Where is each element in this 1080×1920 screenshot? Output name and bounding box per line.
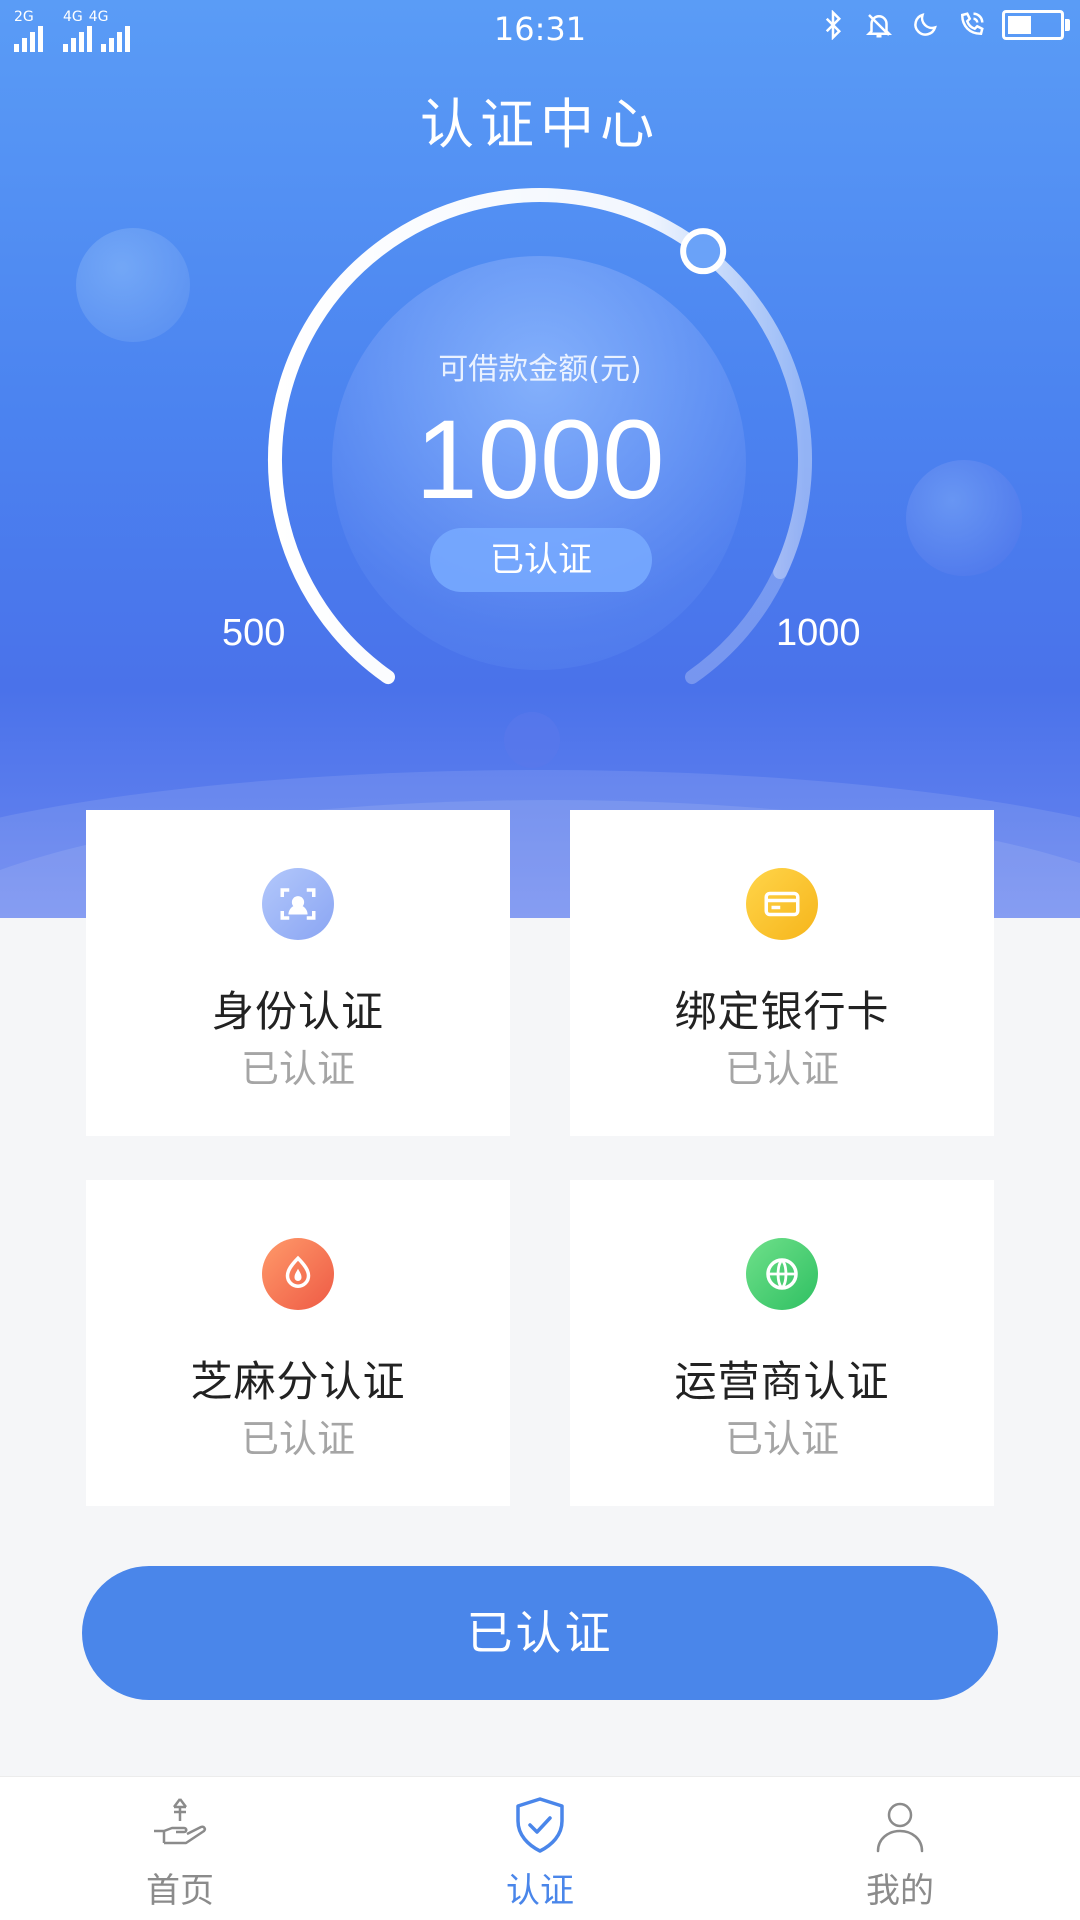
card-carrier-verification[interactable]: 运营商认证 已认证 [570,1180,994,1506]
verified-button[interactable]: 已认证 [82,1566,998,1700]
amount-value: 1000 [415,397,665,522]
card-sesame-verification[interactable]: 芝麻分认证 已认证 [86,1180,510,1506]
card-status: 已认证 [240,1417,355,1461]
card-bind-bank-card[interactable]: 绑定银行卡 已认证 [570,810,994,1136]
nav-label: 首页 [146,1871,214,1911]
gauge-max-label: 1000 [776,612,861,654]
screen: 2G 4G 4G 16:31 认证中心 可借款金额(元) 1000 已认证 50… [0,0,1080,1920]
amount-label: 可借款金额(元) [438,352,642,387]
card-status: 已认证 [240,1047,355,1091]
globe-icon [746,1238,818,1310]
card-status: 已认证 [724,1047,839,1091]
card-title: 运营商认证 [674,1357,890,1406]
bank-card-icon [746,868,818,940]
nav-item-home[interactable]: 首页 [60,1777,300,1920]
sesame-icon [262,1238,334,1310]
shield-check-icon [516,1797,564,1853]
status-badge: 已认证 [430,528,652,592]
bottom-nav: 首页 认证 我的 [0,1776,1080,1920]
user-icon [876,1802,924,1853]
card-title: 身份认证 [211,987,384,1036]
gauge-min-label: 500 [222,612,286,654]
nav-label: 我的 [866,1871,934,1911]
card-title: 芝麻分认证 [190,1357,406,1406]
nav-item-verify[interactable]: 认证 [420,1777,660,1920]
card-status: 已认证 [724,1417,839,1461]
card-title: 绑定银行卡 [674,987,890,1036]
gauge-knob [680,228,727,275]
home-money-icon [154,1798,207,1845]
nav-label: 认证 [506,1871,574,1911]
id-scan-icon [262,868,334,940]
credit-gauge: 可借款金额(元) 1000 已认证 500 1000 [0,0,1080,918]
card-identity-verification[interactable]: 身份认证 已认证 [86,810,510,1136]
nav-item-mine[interactable]: 我的 [780,1777,1020,1920]
